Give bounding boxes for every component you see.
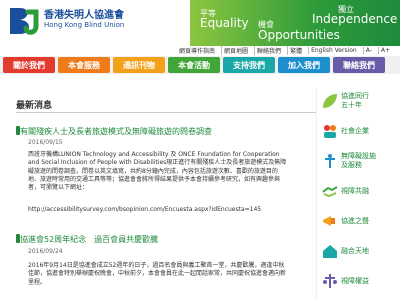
news-date-1: 2016/09/15 — [28, 139, 63, 146]
news-date-2: 2016/09/24 — [28, 248, 63, 255]
font-increase-button[interactable]: A+ — [377, 47, 392, 54]
banner-equality-en: Equality — [200, 16, 249, 30]
top-link-sitemap[interactable]: 網頁地圖 — [221, 46, 250, 55]
nav-about[interactable]: 關於我們 — [3, 57, 55, 73]
banner: 平等 Equality 機會 Opportunities 獨立 Independ… — [190, 0, 400, 46]
main-content: 最新消息 — [16, 98, 316, 111]
nav-services[interactable]: 本會服務 — [58, 57, 110, 73]
top-link-contact[interactable]: 聯絡我們 — [254, 46, 283, 55]
section-title-latest-news: 最新消息 — [16, 101, 53, 111]
leaf-icon — [321, 92, 339, 110]
top-links: 網頁導作指南 網頁地圖 聯絡我們 繁體 English Version A- A… — [177, 46, 392, 55]
banner-opportunities-en: Opportunities — [258, 28, 340, 42]
org-name-cn: 香港失明人協進會 — [44, 10, 124, 21]
org-name-en: Hong Kong Blind Union — [44, 21, 125, 29]
sidebar: 協進同行 五十年 社會企業 無障礙設施 及服務 視障共融 協進之聲 融合天地 視… — [316, 88, 400, 300]
people-icon — [321, 122, 339, 140]
sidebar-label-voice: 協進之聲 — [341, 216, 369, 225]
sidebar-item-social-enterprise[interactable]: 社會企業 — [321, 120, 400, 142]
handshake-icon — [321, 182, 339, 200]
sidebar-label-accessibility: 無障礙設施 及服務 — [341, 152, 376, 169]
banner-independence-en: Independence — [312, 12, 398, 26]
nav-join[interactable]: 加入我們 — [278, 57, 330, 73]
sidebar-item-50th[interactable]: 協進同行 五十年 — [321, 90, 400, 112]
nav-events[interactable]: 本會活動 — [168, 57, 220, 73]
sidebar-label-social-enterprise: 社會企業 — [341, 126, 369, 135]
megaphone-icon — [321, 212, 339, 230]
scale-icon — [321, 272, 339, 290]
divider — [16, 112, 316, 113]
news-link-1[interactable]: http://accessibilitysurvey.com/bsopinion… — [28, 206, 288, 214]
nav-publications[interactable]: 通訊刊物 — [113, 57, 165, 73]
sidebar-label-rights: 視障權益 — [341, 276, 369, 285]
site-header: 香港失明人協進會 Hong Kong Blind Union 平等 Equali… — [0, 0, 400, 46]
sidebar-item-rights[interactable]: 視障權益 — [321, 270, 400, 292]
sidebar-label-harmony: 融合天地 — [341, 246, 369, 255]
nav-support[interactable]: 支持我們 — [223, 57, 275, 73]
nav-contact[interactable]: 聯絡我們 — [333, 57, 385, 73]
sidebar-label-50th: 協進同行 五十年 — [341, 92, 369, 109]
sidebar-item-inclusion[interactable]: 視障共融 — [321, 180, 400, 202]
sidebar-item-harmony[interactable]: 融合天地 — [321, 240, 400, 262]
hkbu-logo[interactable] — [6, 4, 40, 38]
top-link-traditional[interactable]: 繁體 — [287, 46, 304, 55]
house-icon — [321, 242, 339, 260]
news-title-1[interactable]: 有關殘疾人士及長者旅遊模式及無障礙旅遊的問卷調查 — [20, 126, 212, 137]
top-link-guide[interactable]: 網頁導作指南 — [177, 46, 217, 55]
news-title-2[interactable]: 協進會52周年紀念 過百會員共慶歡騰 — [20, 234, 158, 245]
news-body-1: 西班牙機構LUNION Technology and Accessibility… — [28, 151, 287, 192]
accessibility-icon — [321, 152, 339, 170]
sidebar-item-accessibility[interactable]: 無障礙設施 及服務 — [321, 150, 400, 172]
main-nav: 關於我們 本會服務 通訊刊物 本會活動 支持我們 加入我們 聯絡我們 — [0, 56, 400, 74]
sidebar-item-voice[interactable]: 協進之聲 — [321, 210, 400, 232]
news-body-2: 2016年9月14日是協進會成立52週年的日子，過百名會員與義工聚首一堂，共慶歡… — [28, 262, 287, 286]
sidebar-label-inclusion: 視障共融 — [341, 186, 369, 195]
font-decrease-button[interactable]: A- — [362, 47, 374, 54]
top-links-bar: 網頁導作指南 網頁地圖 聯絡我們 繁體 English Version A- A… — [0, 46, 400, 56]
top-link-english[interactable]: English Version — [308, 47, 359, 54]
